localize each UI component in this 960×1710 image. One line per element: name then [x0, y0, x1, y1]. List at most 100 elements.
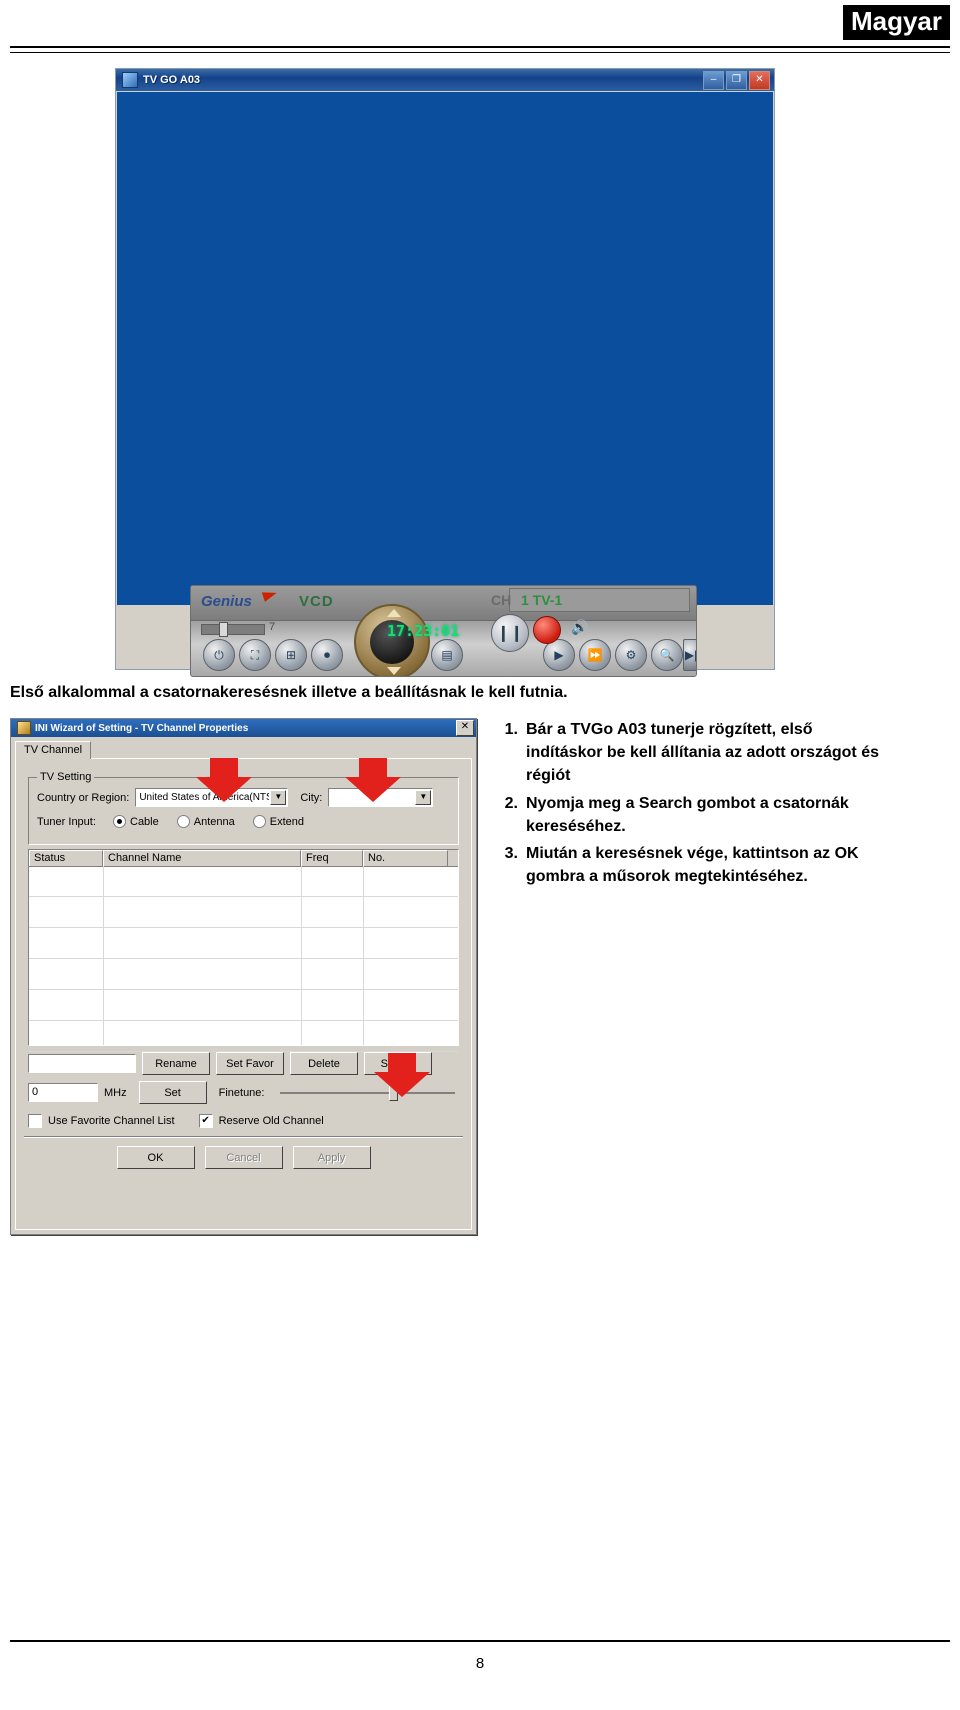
- country-label: Country or Region:: [37, 791, 130, 804]
- frequency-unit-label: MHz: [104, 1086, 127, 1099]
- table-row[interactable]: [29, 1021, 458, 1052]
- radio-cable-label: Cable: [130, 815, 159, 828]
- column-status[interactable]: Status: [29, 850, 103, 866]
- close-icon[interactable]: ✕: [749, 70, 770, 90]
- clock-display: 17:23:01: [387, 622, 460, 640]
- wizard-titlebar: INI Wizard of Setting - TV Channel Prope…: [11, 719, 476, 737]
- header-rule-secondary: [10, 52, 950, 53]
- radio-antenna[interactable]: Antenna: [176, 815, 235, 828]
- next-button[interactable]: ▶|: [683, 639, 696, 671]
- power-button[interactable]: ⏻: [203, 639, 235, 671]
- timeshift-button[interactable]: ⏩: [579, 639, 611, 671]
- chevron-down-icon[interactable]: ▼: [270, 790, 287, 805]
- app-icon: [122, 72, 138, 88]
- column-channel-name[interactable]: Channel Name: [103, 850, 301, 866]
- snapshot-button[interactable]: ⏺: [311, 639, 343, 671]
- list-item: 1. Bár a TVGo A03 tunerje rögzített, els…: [492, 718, 892, 788]
- wizard-title-text: INI Wizard of Setting - TV Channel Prope…: [35, 722, 249, 734]
- radio-extend[interactable]: Extend: [252, 815, 304, 828]
- wizard-icon: [17, 721, 31, 735]
- brand-label: Genius: [201, 593, 252, 610]
- tv-video-surface: [117, 92, 769, 605]
- pause-button[interactable]: ❙❙: [491, 614, 529, 652]
- table-row[interactable]: [29, 928, 458, 959]
- apply-button[interactable]: Apply: [292, 1146, 371, 1169]
- fullscreen-button[interactable]: ⛶: [239, 639, 271, 671]
- channel-up-icon[interactable]: [387, 609, 401, 617]
- volume-value: 7: [269, 621, 276, 633]
- table-row[interactable]: [29, 866, 458, 897]
- wizard-close-icon[interactable]: ✕: [456, 720, 474, 736]
- rename-button[interactable]: Rename: [142, 1052, 210, 1075]
- tv-video-area: [117, 92, 773, 605]
- channel-label: CH: [491, 592, 512, 608]
- chevron-down-icon-city[interactable]: ▼: [415, 790, 432, 805]
- record-button[interactable]: [533, 616, 561, 644]
- cancel-button[interactable]: Cancel: [204, 1146, 283, 1169]
- dialog-separator: [24, 1136, 463, 1138]
- delete-button[interactable]: Delete: [290, 1052, 358, 1075]
- channel-table[interactable]: Status Channel Name Freq No.: [28, 849, 459, 1052]
- table-row[interactable]: [29, 959, 458, 990]
- wizard-panel: TV Setting Country or Region: United Sta…: [15, 759, 472, 1230]
- caption-text: Első alkalommal a csatornakeresésnek ill…: [10, 684, 568, 701]
- speaker-icon[interactable]: 🔊: [571, 619, 588, 636]
- callout-arrow-search: [374, 1053, 430, 1097]
- dialog-button-row: OK Cancel Apply: [24, 1146, 463, 1169]
- tuner-label: Tuner Input:: [37, 815, 96, 828]
- search-button[interactable]: 🔍: [651, 639, 683, 671]
- table-row[interactable]: [29, 990, 458, 1021]
- set-button[interactable]: Set: [138, 1081, 207, 1104]
- step-number: 2.: [504, 794, 518, 812]
- playlist-button[interactable]: ▤: [431, 639, 463, 671]
- set-favor-button[interactable]: Set Favor: [216, 1052, 284, 1075]
- footer-rule: [10, 1640, 950, 1642]
- radio-antenna-label: Antenna: [193, 815, 235, 828]
- step-number: 1.: [504, 721, 518, 738]
- reserve-old-channel-checkbox[interactable]: ✔: [198, 1114, 213, 1128]
- volume-slider[interactable]: [201, 624, 265, 635]
- channel-table-header: Status Channel Name Freq No.: [29, 850, 458, 867]
- channel-name-input[interactable]: [28, 1054, 136, 1073]
- column-no[interactable]: No.: [363, 850, 448, 866]
- wizard-tabstrip: TV Channel: [15, 741, 472, 759]
- reserve-old-channel-label: Reserve Old Channel: [218, 1115, 324, 1127]
- step-text: Miután a keresésnek vége, kattintson az …: [526, 844, 859, 886]
- settings-button[interactable]: ⚙: [615, 639, 647, 671]
- channel-table-body[interactable]: [29, 866, 458, 1052]
- options-row: Use Favorite Channel List ✔ Reserve Old …: [28, 1114, 459, 1128]
- callout-arrow-city: [345, 758, 401, 802]
- radio-cable[interactable]: Cable: [113, 815, 159, 828]
- preview-grid-button[interactable]: ⊞: [275, 639, 307, 671]
- finetune-label: Finetune:: [218, 1086, 265, 1099]
- step-text: Bár a TVGo A03 tunerje rögzített, első i…: [526, 721, 879, 785]
- radio-extend-label: Extend: [269, 815, 304, 828]
- tvgo-titlebar: TV GO A03 – ❐ ✕: [116, 69, 774, 91]
- minimize-icon[interactable]: –: [703, 70, 724, 90]
- language-badge: Magyar: [842, 5, 950, 40]
- step-number: 3.: [504, 844, 518, 862]
- use-favorite-channel-list-label: Use Favorite Channel List: [48, 1115, 175, 1127]
- table-row[interactable]: [29, 897, 458, 928]
- ok-button[interactable]: OK: [116, 1146, 195, 1169]
- frequency-input[interactable]: 0: [28, 1083, 98, 1102]
- volume-slider-thumb[interactable]: [219, 622, 228, 637]
- tvgo-window-screenshot: TV GO A03 – ❐ ✕: [115, 68, 775, 670]
- tab-tv-channel[interactable]: TV Channel: [15, 741, 92, 759]
- player-control-bar: Genius VCD CH 1 TV-1 7 17:23:01 ⏻ ⛶ ⊞ ⏺ …: [190, 585, 697, 677]
- header-rule: [10, 46, 950, 48]
- maximize-icon[interactable]: ❐: [726, 70, 747, 90]
- source-label: VCD: [299, 593, 334, 610]
- column-freq[interactable]: Freq: [301, 850, 363, 866]
- instruction-steps: 1. Bár a TVGo A03 tunerje rögzített, els…: [492, 718, 892, 892]
- channel-value: 1 TV-1: [521, 592, 563, 608]
- list-item: 2. Nyomja meg a Search gombot a csatorná…: [492, 792, 892, 838]
- channel-down-icon[interactable]: [387, 667, 401, 675]
- wizard-body: TV Channel TV Setting Country or Region:…: [15, 741, 472, 1230]
- city-label: City:: [300, 791, 323, 804]
- tv-setting-group-label: TV Setting: [37, 771, 95, 783]
- callout-arrow-country: [196, 758, 252, 802]
- jog-dial[interactable]: [354, 604, 430, 676]
- tvgo-title-text: TV GO A03: [143, 74, 201, 86]
- use-favorite-channel-list-checkbox[interactable]: [28, 1114, 42, 1128]
